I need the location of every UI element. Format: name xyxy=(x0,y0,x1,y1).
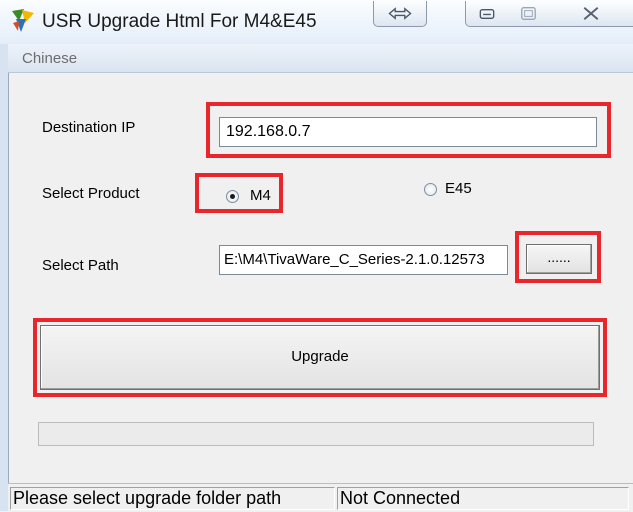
path-input[interactable]: E:\M4\TivaWare_C_Series-2.1.0.12573 xyxy=(219,245,508,275)
close-icon[interactable] xyxy=(549,1,633,27)
e45-radio-button[interactable] xyxy=(424,183,437,196)
browse-button[interactable]: ...... xyxy=(526,244,592,274)
window-border xyxy=(0,44,9,511)
upgrade-progress-bar xyxy=(38,422,594,446)
m4-radio-button[interactable] xyxy=(226,190,239,203)
destination-ip-input[interactable] xyxy=(219,117,597,147)
window-title: USR Upgrade Html For M4&E45 xyxy=(42,11,317,32)
status-message: Please select upgrade folder path xyxy=(10,487,335,510)
minimize-icon[interactable] xyxy=(465,1,509,27)
destination-ip-label: Destination IP xyxy=(42,119,136,136)
select-path-label: Select Path xyxy=(42,257,119,274)
app-icon[interactable] xyxy=(10,7,36,33)
e45-radio-label[interactable]: E45 xyxy=(445,180,472,197)
restore-icon[interactable] xyxy=(373,1,427,27)
maximize-icon[interactable] xyxy=(508,1,550,27)
menu-bar: Chinese xyxy=(8,44,633,73)
connection-status: Not Connected xyxy=(337,487,629,510)
m4-radio-label[interactable]: M4 xyxy=(250,187,271,204)
title-bar[interactable]: USR Upgrade Html For M4&E45 xyxy=(0,0,633,44)
status-bar: Please select upgrade folder path Not Co… xyxy=(8,483,633,512)
upgrade-button[interactable]: Upgrade xyxy=(40,325,600,390)
radio-selected-dot xyxy=(230,194,235,199)
menu-item-chinese[interactable]: Chinese xyxy=(22,50,77,67)
select-product-label: Select Product xyxy=(42,185,140,202)
